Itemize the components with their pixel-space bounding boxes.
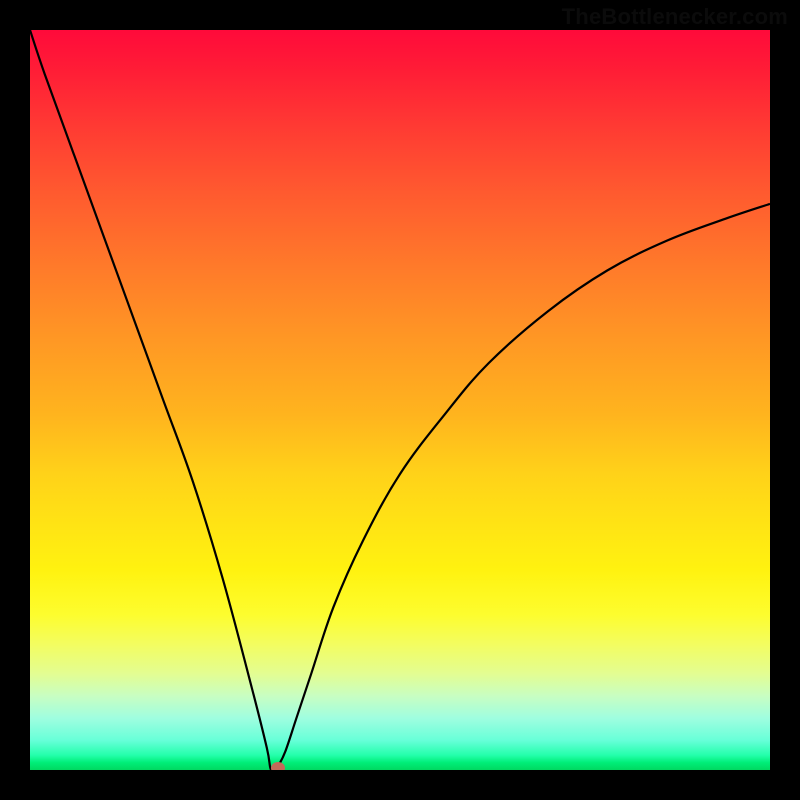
minimum-marker (271, 762, 285, 770)
curve-line (30, 30, 770, 770)
plot-svg (30, 30, 770, 770)
plot-area (30, 30, 770, 770)
figure-container: TheBottlenecker.com (0, 0, 800, 800)
watermark-text: TheBottlenecker.com (562, 4, 788, 30)
